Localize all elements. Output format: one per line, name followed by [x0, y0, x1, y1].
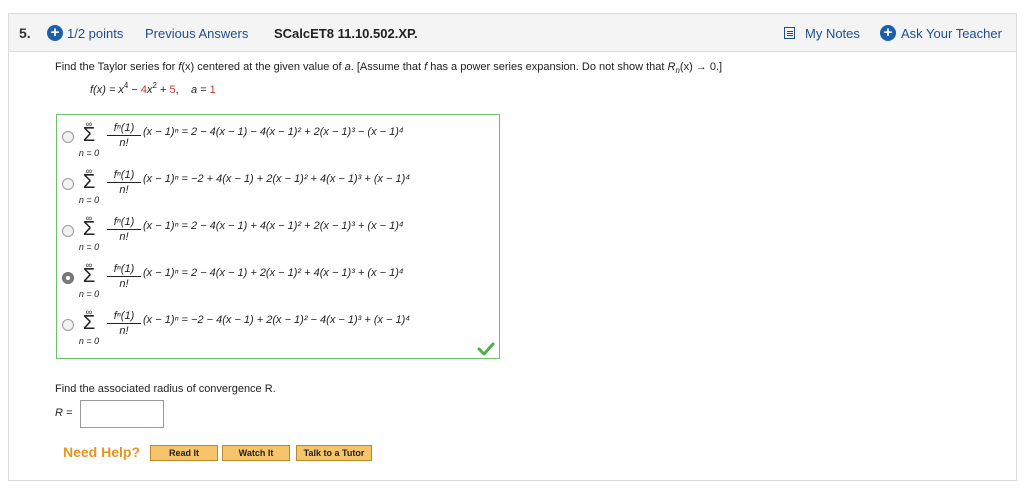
option-expression: (x − 1)ⁿ = 2 − 4(x − 1) − 4(x − 1)² + 2(… [143, 126, 404, 138]
talk-to-tutor-button[interactable]: Talk to a Tutor [296, 445, 372, 461]
ask-teacher-link[interactable]: Ask Your Teacher [901, 26, 1002, 41]
function-definition: f(x) = x4 − 4x2 + 5, a = 1 [90, 81, 216, 97]
points-link[interactable]: 1/2 points [67, 26, 123, 41]
taylor-coefficient: fⁿ(1) n! [107, 216, 141, 243]
radio-button[interactable] [62, 131, 74, 143]
sigma-notation: ∞ Σn = 0 [78, 166, 100, 205]
read-it-button[interactable]: Read It [150, 445, 218, 461]
sigma-notation: ∞ Σn = 0 [78, 307, 100, 346]
answer-option-5[interactable]: ∞ Σn = 0 fⁿ(1) n! (x − 1)ⁿ = −2 − 4(x − 1)… [57, 307, 499, 353]
my-notes-link[interactable]: My Notes [805, 26, 860, 41]
option-expression: (x − 1)ⁿ = 2 − 4(x − 1) + 4(x − 1)² + 2(… [143, 220, 404, 232]
watch-it-button[interactable]: Watch It [222, 445, 290, 461]
sigma-notation: ∞ Σn = 0 [78, 213, 100, 252]
answer-option-3[interactable]: ∞ Σn = 0 fⁿ(1) n! (x − 1)ⁿ = 2 − 4(x − 1) … [57, 213, 499, 259]
option-expression: (x − 1)ⁿ = −2 + 4(x − 1) + 2(x − 1)² + 4… [143, 173, 411, 185]
radius-label: R = [55, 407, 73, 419]
plus-circle-icon[interactable]: + [47, 25, 63, 41]
plus-circle-icon[interactable]: + [880, 25, 896, 41]
taylor-coefficient: fⁿ(1) n! [107, 122, 141, 149]
radio-button[interactable] [62, 319, 74, 331]
question-prompt: Find the Taylor series for f(x) centered… [55, 61, 723, 76]
radius-prompt: Find the associated radius of convergenc… [55, 383, 276, 395]
question-panel: 5. + 1/2 points Previous Answers SCalcET… [8, 13, 1017, 481]
problem-id: SCalcET8 11.10.502.XP. [274, 26, 418, 41]
option-expression: (x − 1)ⁿ = 2 − 4(x − 1) + 2(x − 1)² + 4(… [143, 267, 404, 279]
answer-option-1[interactable]: ∞ Σn = 0 fⁿ(1) n! (x − 1)ⁿ = 2 − 4(x − 1) … [57, 119, 499, 165]
sigma-notation: ∞ Σn = 0 [78, 260, 100, 299]
checkmark-icon [477, 342, 495, 356]
radio-button[interactable] [62, 225, 74, 237]
radio-button-selected[interactable] [62, 272, 74, 284]
previous-answers-link[interactable]: Previous Answers [145, 26, 248, 41]
notes-icon[interactable] [784, 27, 795, 39]
need-help-label: Need Help? [63, 444, 141, 460]
answer-options: ∞ Σn = 0 fⁿ(1) n! (x − 1)ⁿ = 2 − 4(x − 1) … [56, 114, 500, 359]
radio-button[interactable] [62, 178, 74, 190]
sigma-notation: ∞ Σn = 0 [78, 119, 100, 158]
taylor-coefficient: fⁿ(1) n! [107, 169, 141, 196]
answer-option-2[interactable]: ∞ Σn = 0 fⁿ(1) n! (x − 1)ⁿ = −2 + 4(x − 1)… [57, 166, 499, 212]
answer-option-4[interactable]: ∞ Σn = 0 fⁿ(1) n! (x − 1)ⁿ = 2 − 4(x − 1) … [57, 260, 499, 306]
radius-input[interactable] [80, 400, 164, 428]
option-expression: (x − 1)ⁿ = −2 − 4(x − 1) + 2(x − 1)² − 4… [143, 314, 411, 326]
question-number: 5. [19, 25, 31, 41]
question-header: 5. + 1/2 points Previous Answers SCalcET… [9, 14, 1016, 52]
taylor-coefficient: fⁿ(1) n! [107, 263, 141, 290]
taylor-coefficient: fⁿ(1) n! [107, 310, 141, 337]
